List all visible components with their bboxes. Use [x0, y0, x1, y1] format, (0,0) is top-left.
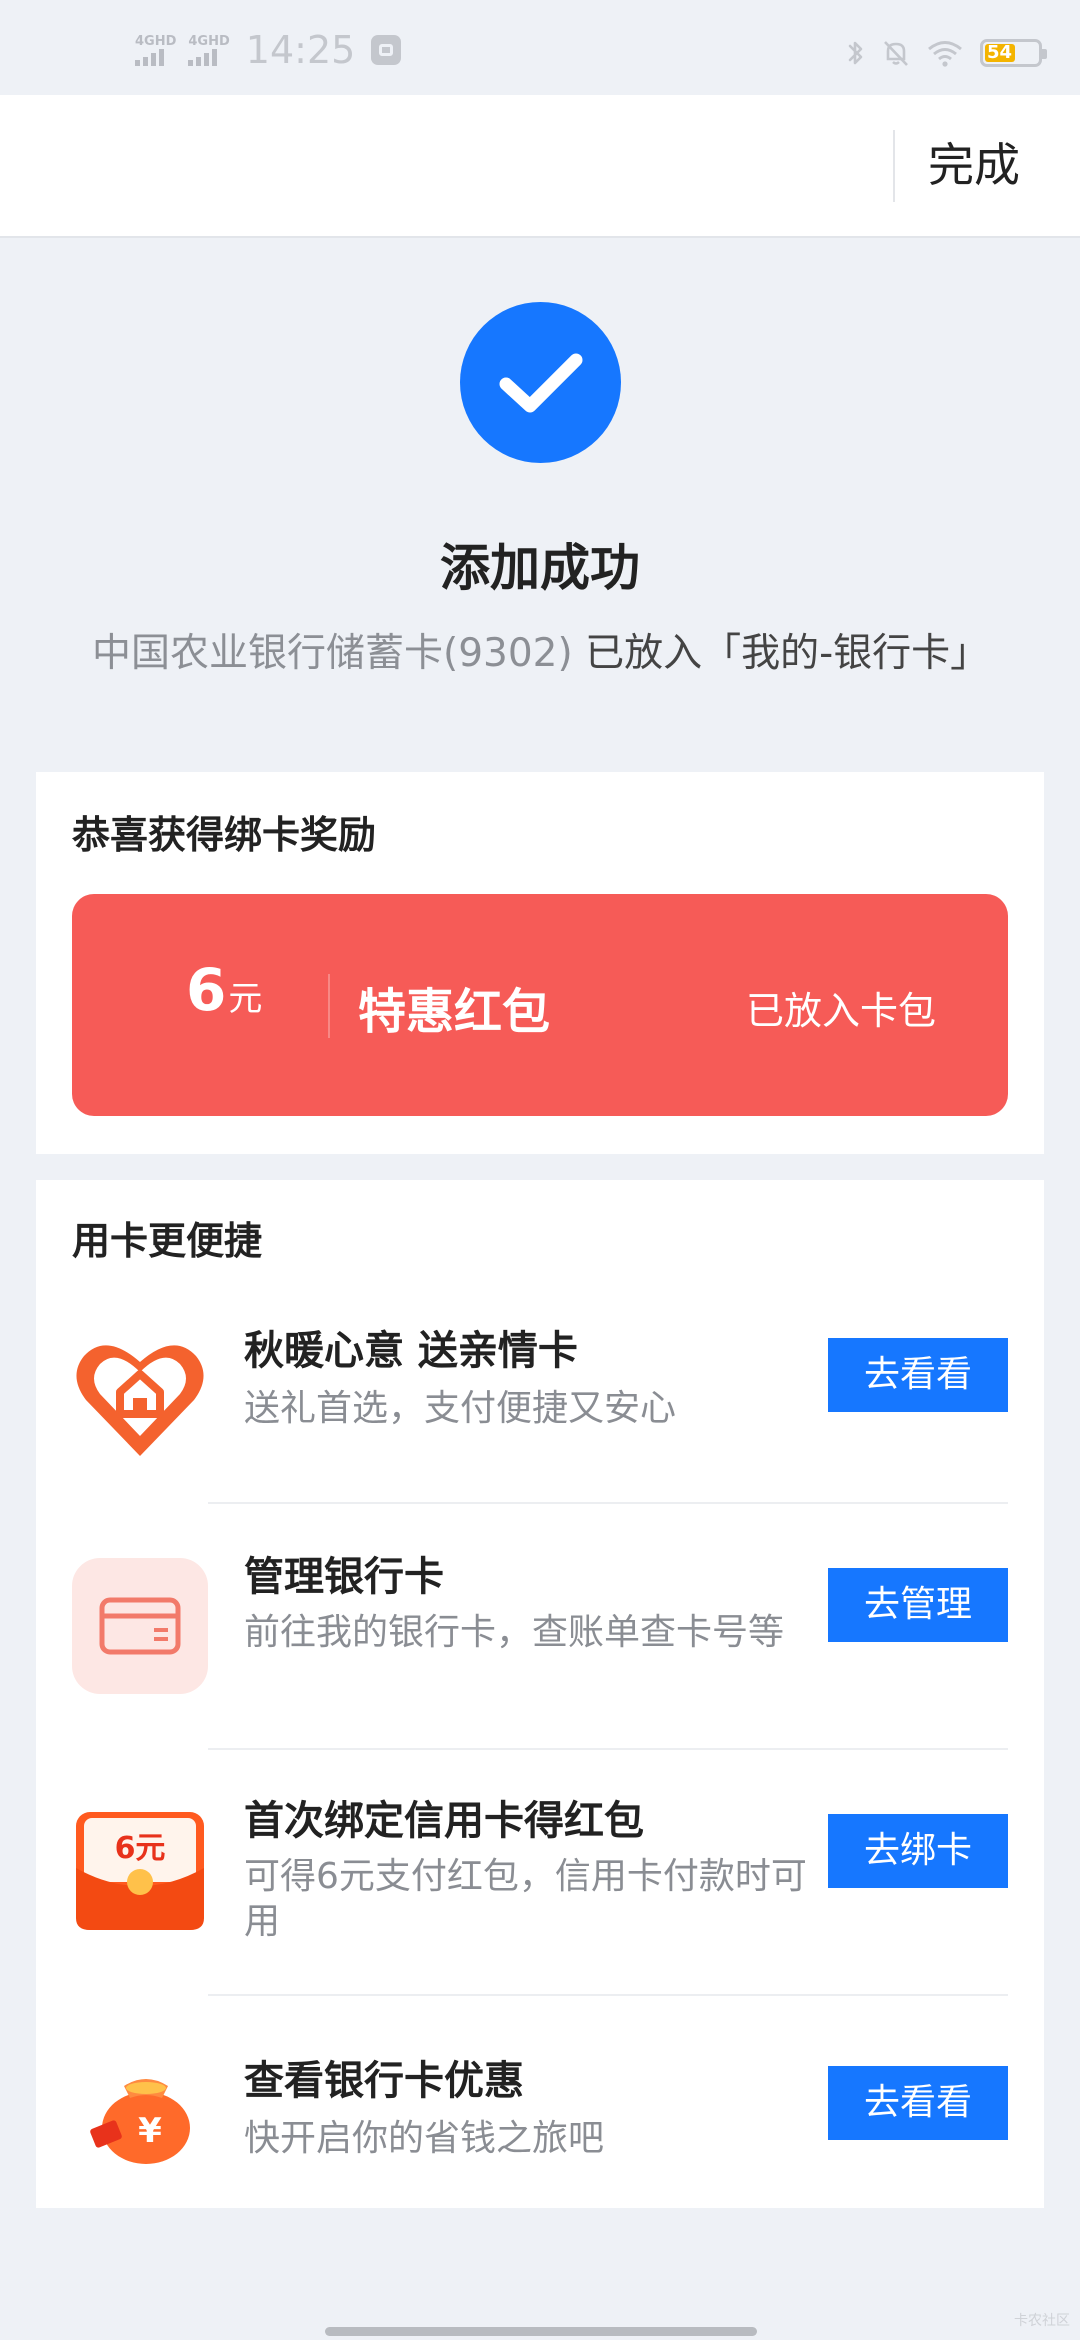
status-bar: 4GHD 4GHD 14:25 54 [0, 0, 1080, 95]
battery-level: 54 [987, 42, 1013, 63]
item-subtitle: 快开启你的省钱之旅吧 [244, 2118, 605, 2159]
view-family-card-button[interactable]: 去看看 [828, 1338, 1008, 1412]
list-item-family-card[interactable]: 秋暖心意 送亲情卡 送礼首选，支付便捷又安心 去看看 [36, 1280, 1044, 1520]
header-divider [893, 130, 895, 202]
more-features-card: 用卡更便捷 秋暖心意 送亲情卡 送礼首选，支付便捷又安心 去看看 管理银行卡 前… [36, 1180, 1044, 2208]
notification-icon [371, 35, 402, 65]
item-title: 查看银行卡优惠 [244, 2058, 524, 2104]
svg-text:¥: ¥ [138, 2111, 162, 2151]
status-bar-left: 4GHD 4GHD 14:25 [135, 28, 402, 72]
list-item-bind-credit-card[interactable]: 6元 首次绑定信用卡得红包 可得6元支付红包，信用卡付款时可用 去绑卡 [36, 1750, 1044, 1996]
top-bar: 完成 [0, 95, 1080, 238]
bind-credit-card-button[interactable]: 去绑卡 [828, 1814, 1008, 1888]
red-packet-name: 特惠红包 [358, 984, 551, 1040]
reward-card: 恭喜获得绑卡奖励 6元 特惠红包 已放入卡包 [36, 772, 1044, 1154]
item-title: 首次绑定信用卡得红包 [244, 1798, 644, 1844]
item-subtitle: 可得6元支付红包，信用卡付款时可用 [244, 1856, 807, 1942]
status-bar-right: 54 [846, 38, 1047, 68]
success-description: 中国农业银行储蓄卡(9302) 已放入「我的-银行卡」 [92, 622, 989, 678]
red-envelope-icon: 6元 [72, 1806, 208, 1942]
mute-bell-icon [884, 41, 908, 66]
home-indicator[interactable] [325, 2327, 757, 2336]
battery-icon: 54 [980, 39, 1047, 67]
placed-text: 已放入「我的-银行卡」 [572, 631, 990, 676]
watermark-text: 卡农社区 [1014, 2313, 1070, 2329]
red-packet-banner[interactable]: 6元 特惠红包 已放入卡包 [72, 894, 1008, 1116]
signal-icon: 4GHD [135, 35, 176, 66]
item-title: 管理银行卡 [244, 1554, 444, 1600]
list-item-card-offers[interactable]: ¥ 查看银行卡优惠 快开启你的省钱之旅吧 去看看 [36, 1996, 1044, 2196]
item-subtitle: 前往我的银行卡，查账单查卡号等 [244, 1612, 785, 1653]
list-item-manage-cards[interactable]: 管理银行卡 前往我的银行卡，查账单查卡号等 去管理 [36, 1504, 1044, 1750]
manage-cards-button[interactable]: 去管理 [828, 1568, 1008, 1642]
family-card-heart-icon [72, 1328, 208, 1464]
bluetooth-icon [848, 41, 863, 65]
wifi-icon [928, 41, 962, 67]
more-title: 用卡更便捷 [72, 1219, 263, 1263]
red-packet-status: 已放入卡包 [745, 989, 936, 1033]
status-time: 14:25 [245, 28, 356, 72]
success-check-icon [460, 302, 621, 463]
bank-card-icon [72, 1558, 208, 1694]
money-bag-icon: ¥ [72, 2042, 208, 2178]
item-title: 秋暖心意 送亲情卡 [244, 1328, 578, 1374]
signal-icon-2: 4GHD [188, 35, 230, 66]
reward-title: 恭喜获得绑卡奖励 [72, 813, 377, 857]
view-offers-button[interactable]: 去看看 [828, 2066, 1008, 2140]
banner-divider [328, 974, 330, 1038]
success-title: 添加成功 [440, 539, 640, 597]
item-subtitle: 送礼首选，支付便捷又安心 [244, 1388, 677, 1429]
svg-text:6元: 6元 [115, 1831, 166, 1866]
red-packet-amount: 6元 [186, 956, 263, 1024]
done-button[interactable]: 完成 [928, 135, 1020, 195]
bank-card-name: 中国农业银行储蓄卡(9302) [92, 631, 573, 676]
